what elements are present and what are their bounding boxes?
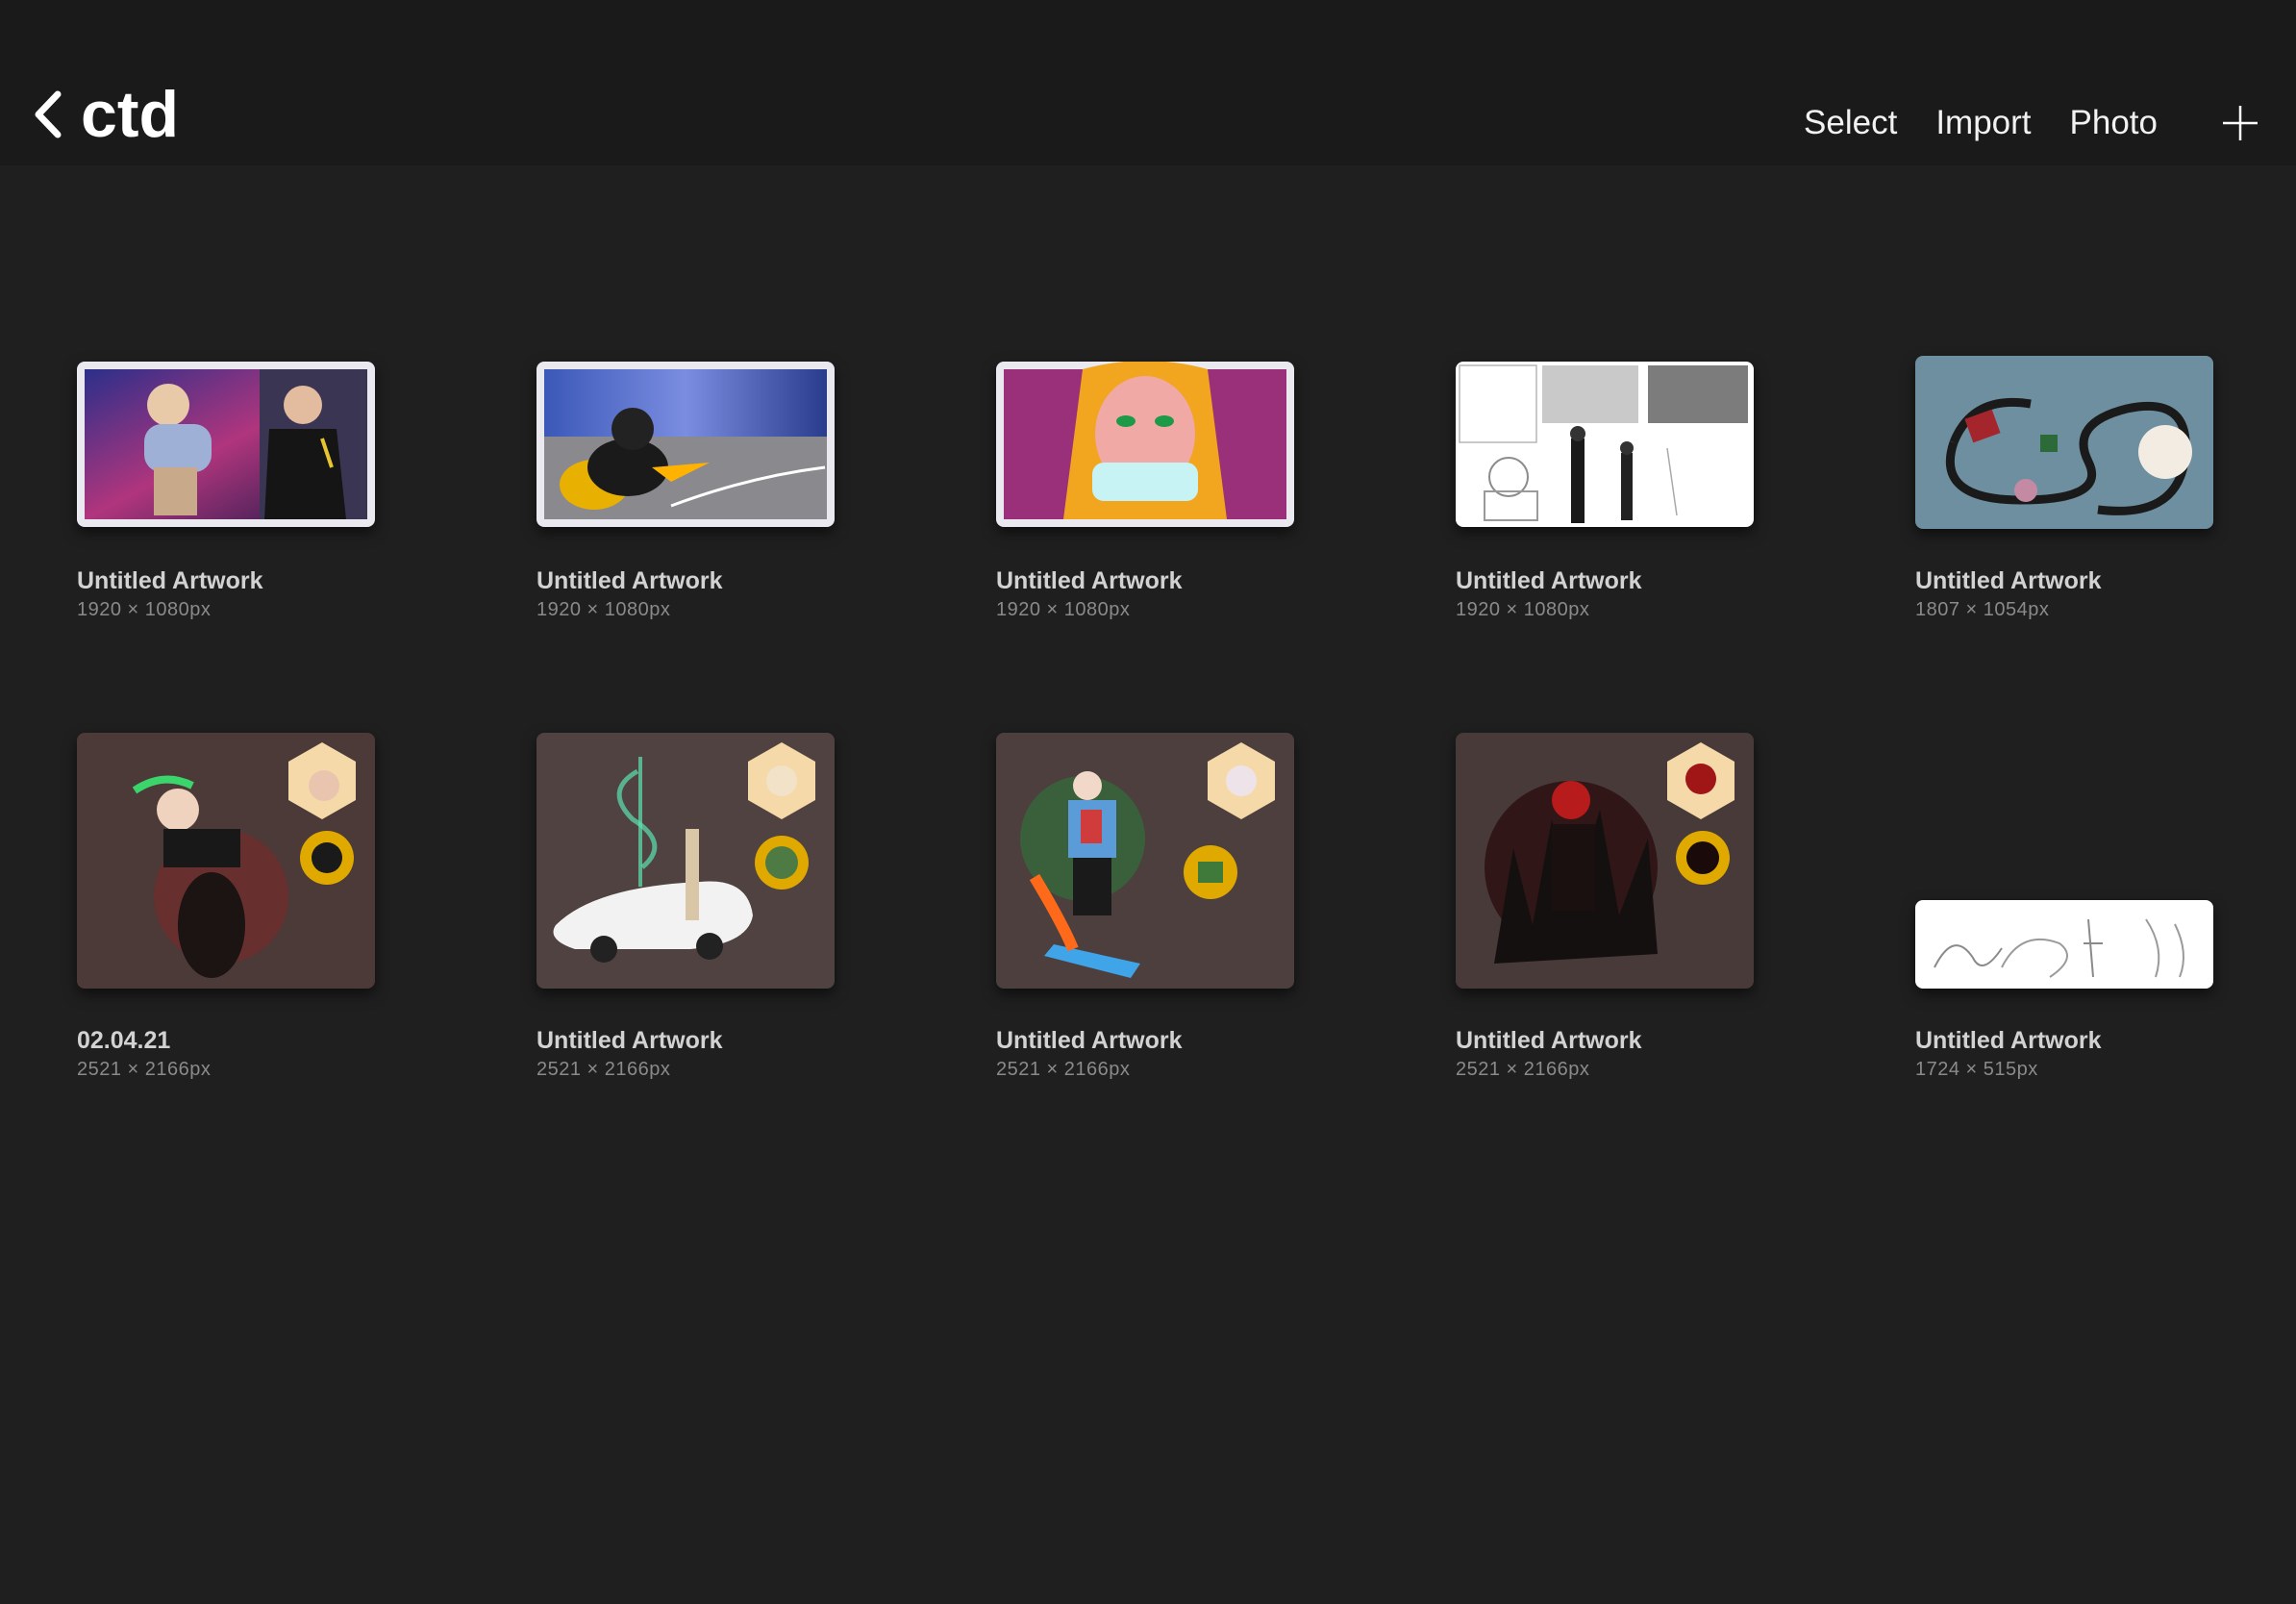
artwork-caption: Untitled Artwork 2521 × 2166px [1456, 1027, 1773, 1081]
artwork-caption: Untitled Artwork 1920 × 1080px [996, 567, 1313, 621]
artwork-name: Untitled Artwork [1915, 567, 2102, 594]
artwork-dimensions: 1920 × 1080px [537, 599, 671, 620]
artwork-caption: Untitled Artwork 2521 × 2166px [537, 1027, 854, 1081]
photo-button[interactable]: Photo [2070, 104, 2158, 142]
artwork-thumbnail[interactable] [77, 362, 375, 527]
artwork-name: Untitled Artwork [1456, 1027, 1642, 1054]
chevron-left-icon [35, 90, 62, 138]
artwork-caption: Untitled Artwork 2521 × 2166px [996, 1027, 1313, 1081]
artwork-thumbnail[interactable] [1456, 733, 1754, 989]
artwork-thumbnail[interactable] [996, 733, 1294, 989]
artwork-name: Untitled Artwork [996, 567, 1183, 594]
stack-title: ctd [81, 78, 179, 151]
plus-icon[interactable] [2221, 104, 2259, 142]
artwork-thumbnail[interactable] [1456, 362, 1754, 527]
artwork-thumbnail[interactable] [537, 733, 835, 989]
artwork-caption: Untitled Artwork 1724 × 515px [1915, 1027, 2233, 1081]
artwork-dimensions: 2521 × 2166px [537, 1059, 671, 1080]
artwork-thumbnail[interactable] [1915, 900, 2213, 989]
artwork-name: Untitled Artwork [1456, 567, 1642, 594]
artwork-name: Untitled Artwork [996, 1027, 1183, 1054]
select-button[interactable]: Select [1804, 104, 1897, 142]
artwork-name: Untitled Artwork [1915, 1027, 2102, 1054]
artwork-name: 02.04.21 [77, 1027, 171, 1054]
artwork-dimensions: 1920 × 1080px [77, 599, 212, 620]
artwork-caption: Untitled Artwork 1920 × 1080px [1456, 567, 1773, 621]
artwork-caption: Untitled Artwork 1920 × 1080px [537, 567, 854, 621]
artwork-caption: Untitled Artwork 1920 × 1080px [77, 567, 394, 621]
artwork-dimensions: 1920 × 1080px [1456, 599, 1590, 620]
artwork-caption: Untitled Artwork 1807 × 1054px [1915, 567, 2233, 621]
artwork-name: Untitled Artwork [537, 567, 723, 594]
artwork-name: Untitled Artwork [537, 1027, 723, 1054]
artwork-thumbnail[interactable] [77, 733, 375, 989]
artwork-thumbnail[interactable] [1915, 356, 2213, 529]
artwork-thumbnail[interactable] [996, 362, 1294, 527]
artwork-dimensions: 2521 × 2166px [77, 1059, 212, 1080]
toolbar-actions: Select Import Photo [1804, 96, 2296, 150]
artwork-thumbnail[interactable] [537, 362, 835, 527]
artwork-dimensions: 1807 × 1054px [1915, 599, 2050, 620]
artwork-name: Untitled Artwork [77, 567, 263, 594]
artwork-dimensions: 2521 × 2166px [996, 1059, 1131, 1080]
artwork-dimensions: 1920 × 1080px [996, 599, 1131, 620]
top-bar: ctd Select Import Photo [0, 0, 2296, 165]
artwork-dimensions: 1724 × 515px [1915, 1059, 2038, 1080]
back-button[interactable]: ctd [29, 78, 221, 151]
artwork-dimensions: 2521 × 2166px [1456, 1059, 1590, 1080]
import-button[interactable]: Import [1935, 104, 2031, 142]
artwork-caption: 02.04.21 2521 × 2166px [77, 1027, 394, 1081]
